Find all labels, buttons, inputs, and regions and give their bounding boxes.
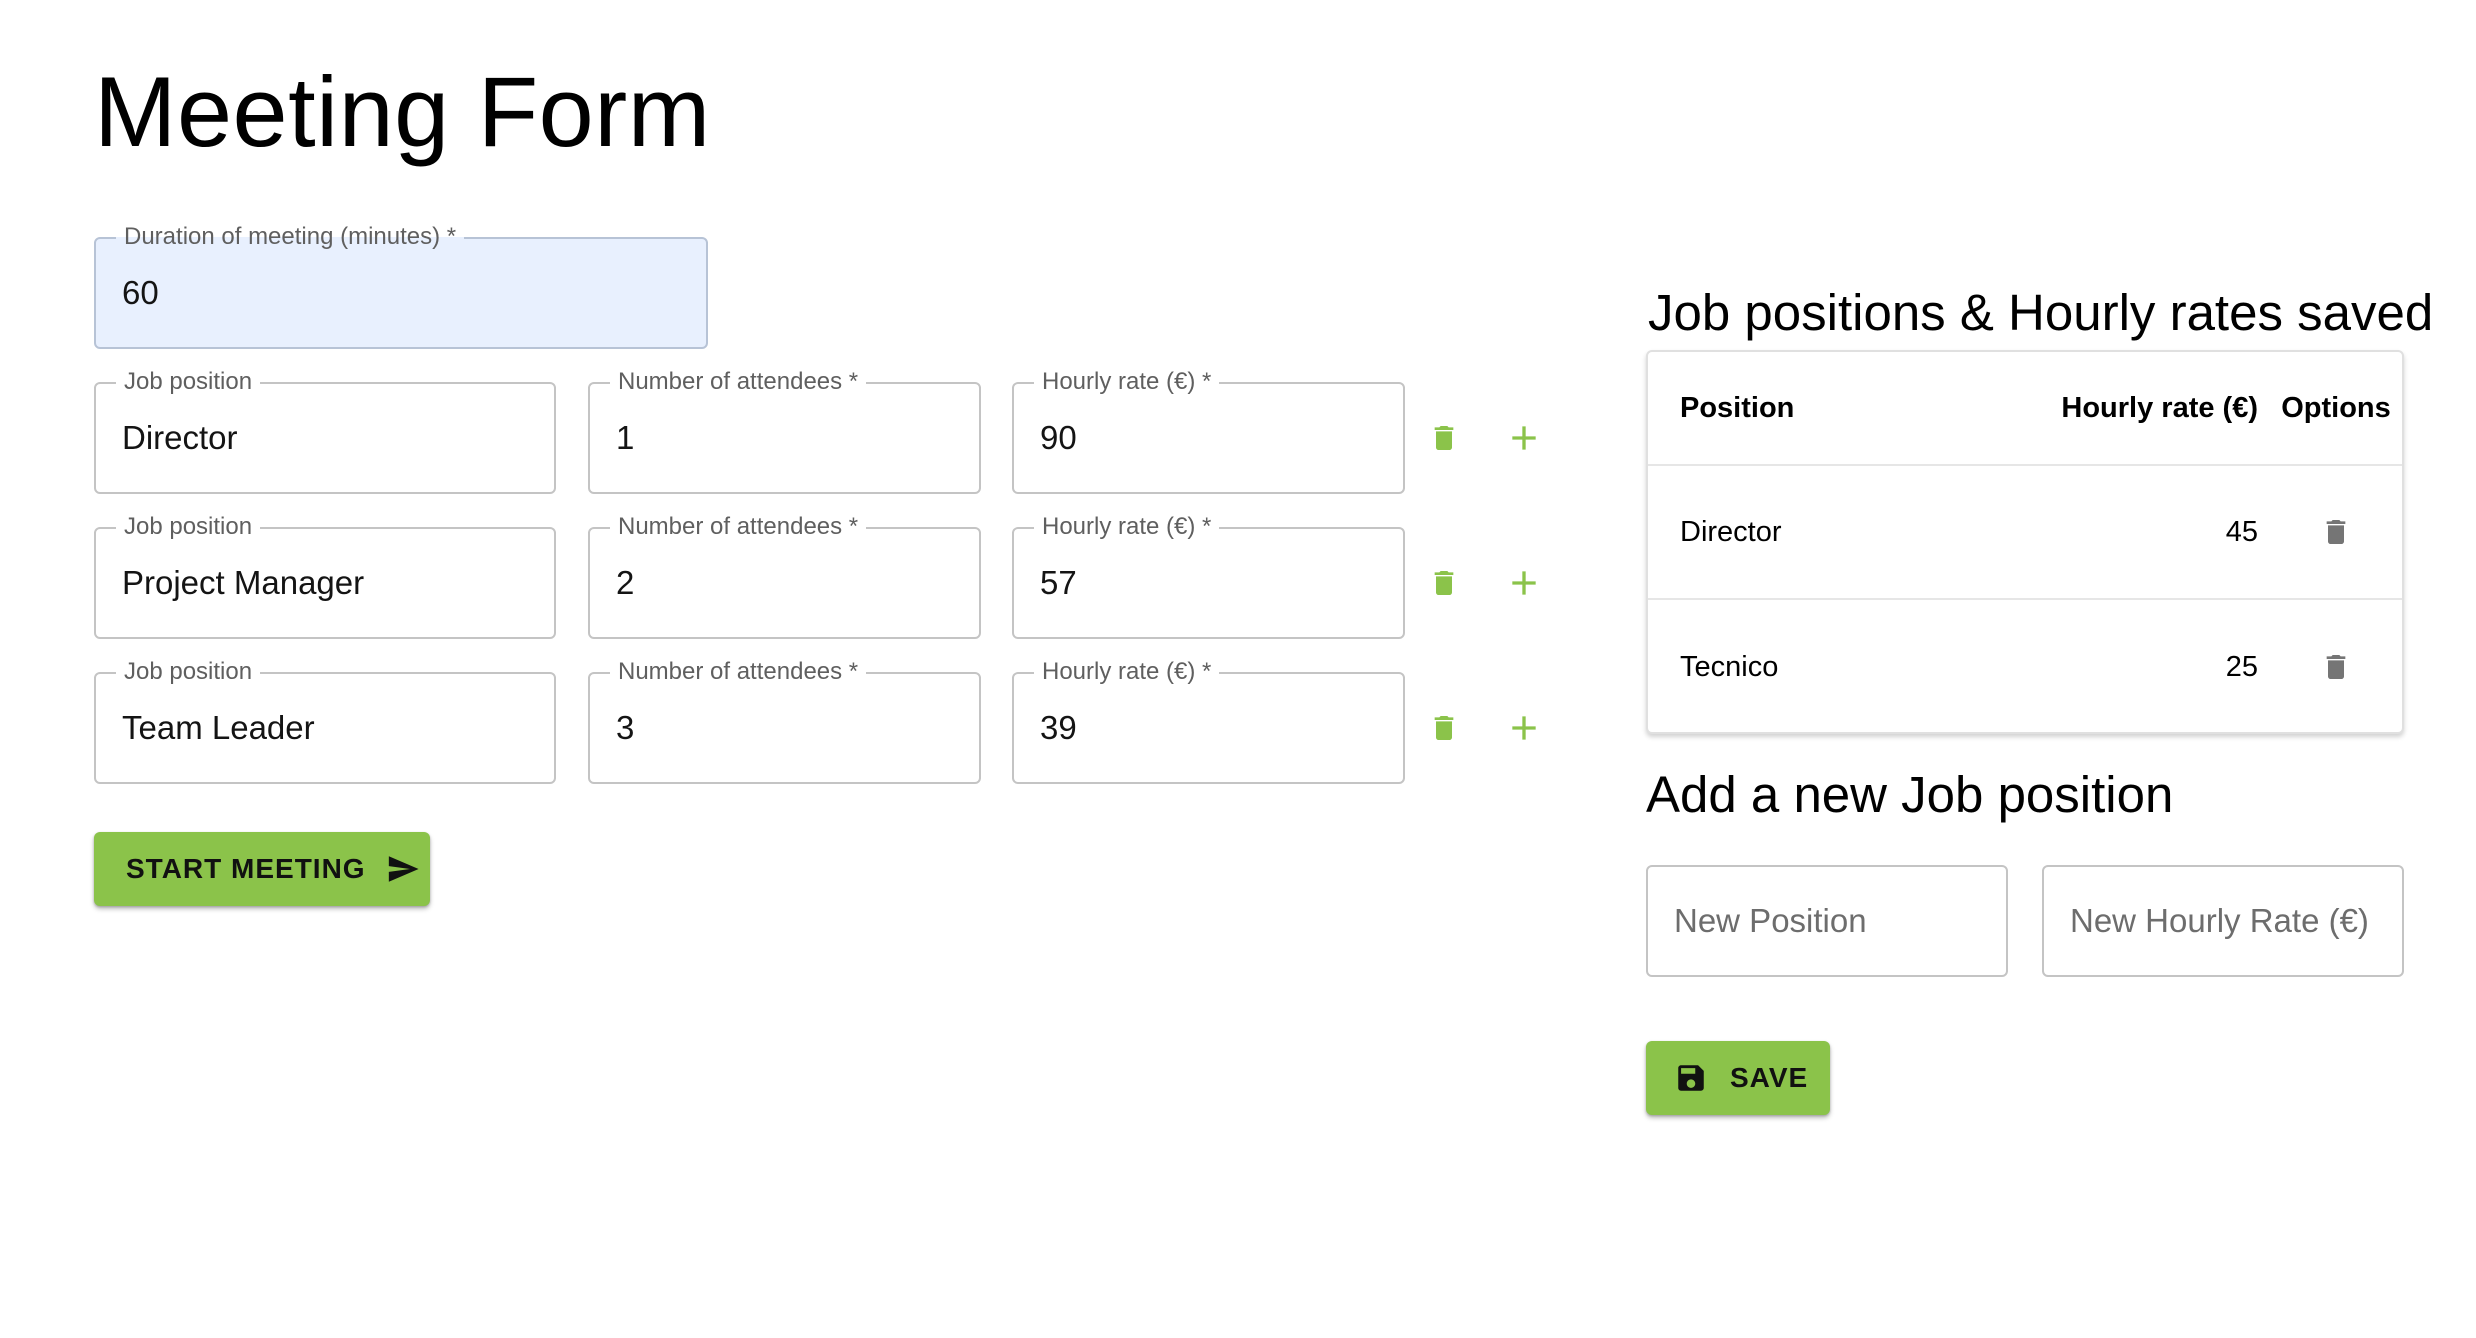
delete-row-icon[interactable]	[1420, 559, 1468, 607]
delete-position-icon[interactable]	[2276, 600, 2396, 732]
send-icon	[384, 852, 422, 886]
attendees-count-value: 1	[616, 419, 635, 456]
attendees-count-value: 2	[616, 564, 635, 601]
floppy-disk-icon	[1674, 1061, 1708, 1095]
hourly-rate-value: 90	[1040, 419, 1077, 456]
column-header-position: Position	[1680, 391, 1795, 424]
position-cell: Tecnico	[1680, 650, 1779, 683]
hourly-rate-value: 39	[1040, 709, 1077, 746]
job-position-field[interactable]: Job position Director	[94, 367, 556, 494]
job-position-value: Team Leader	[122, 709, 315, 746]
add-row-icon[interactable]	[1500, 414, 1548, 462]
duration-value: 60	[122, 274, 159, 311]
attendees-count-label: Number of attendees *	[610, 367, 867, 397]
delete-row-icon[interactable]	[1420, 414, 1468, 462]
start-meeting-label: START MEETING	[126, 853, 366, 884]
new-position-placeholder: New Position	[1674, 902, 1867, 939]
hourly-rate-field[interactable]: Hourly rate (€) * 57	[1012, 512, 1405, 639]
table-row: Director 45	[1648, 466, 2402, 600]
save-label: SAVE	[1730, 1062, 1809, 1093]
hourly-rate-field[interactable]: Hourly rate (€) * 90	[1012, 367, 1405, 494]
job-position-field[interactable]: Job position Project Manager	[94, 512, 556, 639]
rate-cell: 45	[2225, 515, 2258, 548]
job-position-field[interactable]: Job position Team Leader	[94, 657, 556, 784]
add-row-icon[interactable]	[1500, 559, 1548, 607]
attendees-count-value: 3	[616, 709, 635, 746]
column-header-options: Options	[2281, 391, 2391, 424]
new-hourly-rate-placeholder: New Hourly Rate (€)	[2070, 902, 2369, 939]
table-header-row: Position Hourly rate (€) Options	[1648, 352, 2402, 466]
save-button[interactable]: SAVE	[1646, 1041, 1830, 1115]
table-row: Tecnico 25	[1648, 600, 2402, 732]
delete-row-icon[interactable]	[1420, 704, 1468, 752]
hourly-rate-field[interactable]: Hourly rate (€) * 39	[1012, 657, 1405, 784]
add-row-icon[interactable]	[1500, 704, 1548, 752]
delete-position-icon[interactable]	[2276, 466, 2396, 598]
start-meeting-button[interactable]: START MEETING	[94, 832, 430, 906]
new-position-input[interactable]: New Position	[1646, 865, 2008, 977]
attendees-count-field[interactable]: Number of attendees * 1	[588, 367, 981, 494]
add-section-title: Add a new Job position	[1646, 766, 2174, 823]
position-cell: Director	[1680, 515, 1782, 548]
rate-cell: 25	[2225, 650, 2258, 683]
saved-positions-table: Position Hourly rate (€) Options Directo…	[1646, 350, 2404, 734]
attendees-count-label: Number of attendees *	[610, 657, 867, 687]
duration-label: Duration of meeting (minutes) *	[116, 222, 465, 252]
hourly-rate-value: 57	[1040, 564, 1077, 601]
page-title: Meeting Form	[94, 56, 711, 167]
attendees-count-field[interactable]: Number of attendees * 2	[588, 512, 981, 639]
new-hourly-rate-input[interactable]: New Hourly Rate (€)	[2042, 865, 2404, 977]
attendees-count-label: Number of attendees *	[610, 512, 867, 542]
attendees-count-field[interactable]: Number of attendees * 3	[588, 657, 981, 784]
saved-section-title: Job positions & Hourly rates saved	[1648, 284, 2434, 341]
job-position-value: Project Manager	[122, 564, 365, 601]
duration-field[interactable]: Duration of meeting (minutes) * 60	[94, 222, 708, 349]
job-position-value: Director	[122, 419, 238, 456]
column-header-hourly-rate: Hourly rate (€)	[2061, 391, 2258, 424]
